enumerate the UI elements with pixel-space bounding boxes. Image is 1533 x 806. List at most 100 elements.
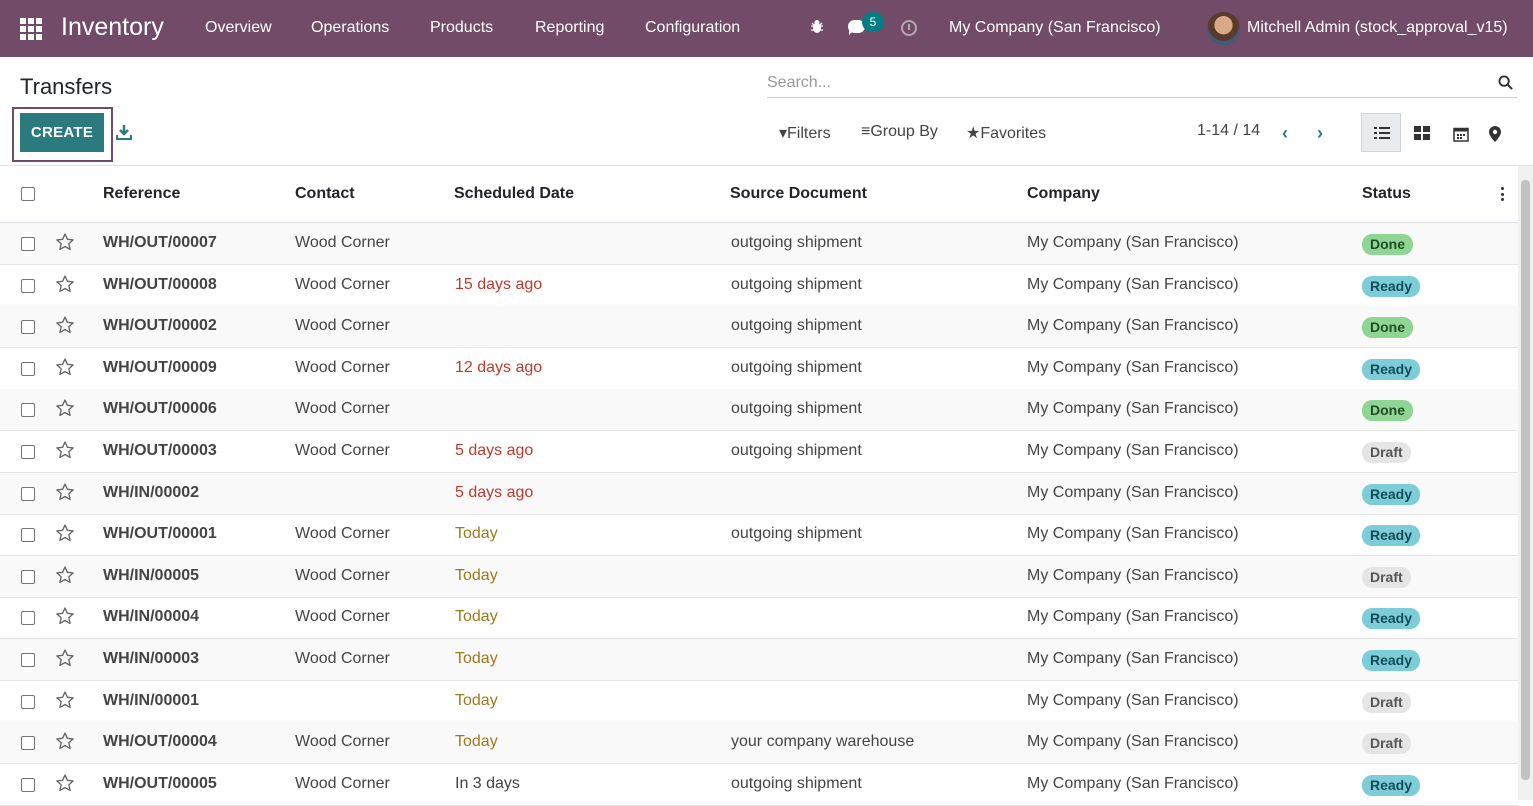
star-icon[interactable] (55, 606, 75, 626)
cell-contact: Wood Corner (295, 608, 390, 625)
cell-company: My Company (San Francisco) (1027, 692, 1239, 709)
star-icon[interactable] (55, 274, 75, 294)
star-icon[interactable] (55, 357, 75, 377)
star-icon[interactable] (55, 773, 75, 793)
avatar[interactable] (1207, 12, 1240, 45)
column-source-document[interactable]: Source Document (730, 185, 867, 203)
row-checkbox[interactable] (21, 487, 35, 501)
row-checkbox[interactable] (21, 279, 35, 293)
column-scheduled-date[interactable]: Scheduled Date (454, 185, 574, 203)
clock-icon[interactable] (901, 20, 917, 36)
star-icon[interactable] (55, 232, 75, 252)
list-view-button[interactable] (1361, 113, 1401, 152)
cell-source-document: outgoing shipment (731, 234, 862, 251)
company-switcher[interactable]: My Company (San Francisco) (949, 19, 1161, 37)
star-icon[interactable] (55, 731, 75, 751)
search-icon[interactable] (1498, 75, 1513, 90)
kanban-view-button[interactable] (1401, 113, 1441, 152)
cell-reference: WH/OUT/00008 (103, 276, 217, 293)
table-row[interactable]: WH/OUT/00001 Wood Corner Today outgoing shi… (0, 514, 1518, 556)
menu-reporting[interactable]: Reporting (535, 19, 604, 37)
table-row[interactable]: WH/OUT/00008 Wood Corner 15 days ago outgoi… (0, 265, 1518, 307)
cell-scheduled-date: Today (455, 733, 498, 750)
star-icon[interactable] (55, 315, 75, 335)
pager-value[interactable]: 1-14 / 14 (1197, 122, 1260, 140)
star-icon: ★ (966, 125, 981, 142)
cell-scheduled-date: In 3 days (455, 775, 520, 792)
scrollbar-thumb[interactable] (1521, 180, 1530, 780)
row-checkbox[interactable] (21, 778, 35, 792)
cell-company: My Company (San Francisco) (1027, 650, 1239, 667)
column-options-icon[interactable] (1501, 187, 1505, 201)
table-row[interactable]: WH/OUT/00003 Wood Corner 5 days ago outgoin… (0, 431, 1518, 473)
table-row[interactable]: WH/OUT/00002 Wood Corner outgoing shipment… (0, 306, 1518, 348)
filters-button[interactable]: ▾Filters (779, 123, 831, 143)
download-icon[interactable] (116, 124, 132, 140)
status-badge: Done (1362, 317, 1413, 338)
apps-grid-icon[interactable] (20, 18, 42, 40)
select-all-checkbox[interactable] (21, 187, 35, 201)
table-row[interactable]: WH/OUT/00009 Wood Corner 12 days ago outgoi… (0, 348, 1518, 390)
cell-contact: Wood Corner (295, 359, 390, 376)
star-icon[interactable] (55, 523, 75, 543)
table-row[interactable]: WH/IN/00005 Wood Corner Today My Company (S… (0, 556, 1518, 598)
user-menu[interactable]: Mitchell Admin (stock_approval_v15) (1247, 19, 1508, 37)
star-icon[interactable] (55, 398, 75, 418)
column-company[interactable]: Company (1027, 185, 1100, 203)
column-reference[interactable]: Reference (103, 185, 180, 203)
cell-company: My Company (San Francisco) (1027, 733, 1239, 750)
cell-reference: WH/OUT/00004 (103, 733, 217, 750)
cell-reference: WH/OUT/00006 (103, 400, 217, 417)
row-checkbox[interactable] (21, 695, 35, 709)
group-by-label: Group By (870, 123, 938, 140)
row-checkbox[interactable] (21, 653, 35, 667)
pager-next-icon[interactable]: › (1317, 123, 1323, 144)
cell-reference: WH/IN/00003 (103, 650, 200, 667)
row-checkbox[interactable] (21, 528, 35, 542)
favorites-button[interactable]: ★Favorites (966, 123, 1046, 143)
vertical-scrollbar[interactable] (1518, 166, 1533, 800)
table-row[interactable]: WH/OUT/00007 Wood Corner outgoing shipment… (0, 223, 1518, 265)
table-row[interactable]: WH/IN/00001 Today My Company (San Francisc… (0, 681, 1518, 723)
cell-source-document: outgoing shipment (731, 276, 862, 293)
column-status[interactable]: Status (1362, 185, 1411, 203)
bug-icon[interactable] (809, 19, 825, 40)
calendar-view-button[interactable] (1440, 113, 1480, 152)
table-row[interactable]: WH/IN/00004 Wood Corner Today My Company (S… (0, 597, 1518, 639)
row-checkbox[interactable] (21, 362, 35, 376)
status-badge: Ready (1362, 608, 1421, 629)
table-row[interactable]: WH/IN/00002 5 days ago My Company (San Fra… (0, 473, 1518, 515)
menu-operations[interactable]: Operations (311, 19, 389, 37)
row-checkbox[interactable] (21, 736, 35, 750)
cell-company: My Company (San Francisco) (1027, 775, 1239, 792)
row-checkbox[interactable] (21, 320, 35, 334)
row-checkbox[interactable] (21, 403, 35, 417)
cell-reference: WH/OUT/00005 (103, 775, 217, 792)
status-badge: Done (1362, 234, 1413, 255)
star-icon[interactable] (55, 482, 75, 502)
row-checkbox[interactable] (21, 611, 35, 625)
filter-icon: ▾ (779, 125, 788, 142)
cell-contact: Wood Corner (295, 400, 390, 417)
row-checkbox[interactable] (21, 237, 35, 251)
table-row[interactable]: WH/IN/00003 Wood Corner Today My Company (S… (0, 639, 1518, 681)
table-row[interactable]: WH/OUT/00006 Wood Corner outgoing shipment… (0, 389, 1518, 431)
star-icon[interactable] (55, 648, 75, 668)
cell-company: My Company (San Francisco) (1027, 608, 1239, 625)
app-name[interactable]: Inventory (61, 13, 164, 42)
row-checkbox[interactable] (21, 445, 35, 459)
table-row[interactable]: WH/OUT/00004 Wood Corner Today your company… (0, 722, 1518, 764)
row-checkbox[interactable] (21, 570, 35, 584)
column-contact[interactable]: Contact (295, 185, 355, 203)
menu-products[interactable]: Products (430, 19, 493, 37)
pager-previous-icon[interactable]: ‹ (1282, 123, 1288, 144)
star-icon[interactable] (55, 690, 75, 710)
star-icon[interactable] (55, 565, 75, 585)
menu-overview[interactable]: Overview (205, 19, 272, 37)
group-by-button[interactable]: ≡Group By (861, 123, 938, 141)
star-icon[interactable] (55, 440, 75, 460)
create-button[interactable]: CREATE (20, 113, 104, 152)
menu-configuration[interactable]: Configuration (645, 19, 740, 37)
map-view-button[interactable] (1476, 113, 1516, 152)
search-input[interactable] (767, 70, 1487, 96)
